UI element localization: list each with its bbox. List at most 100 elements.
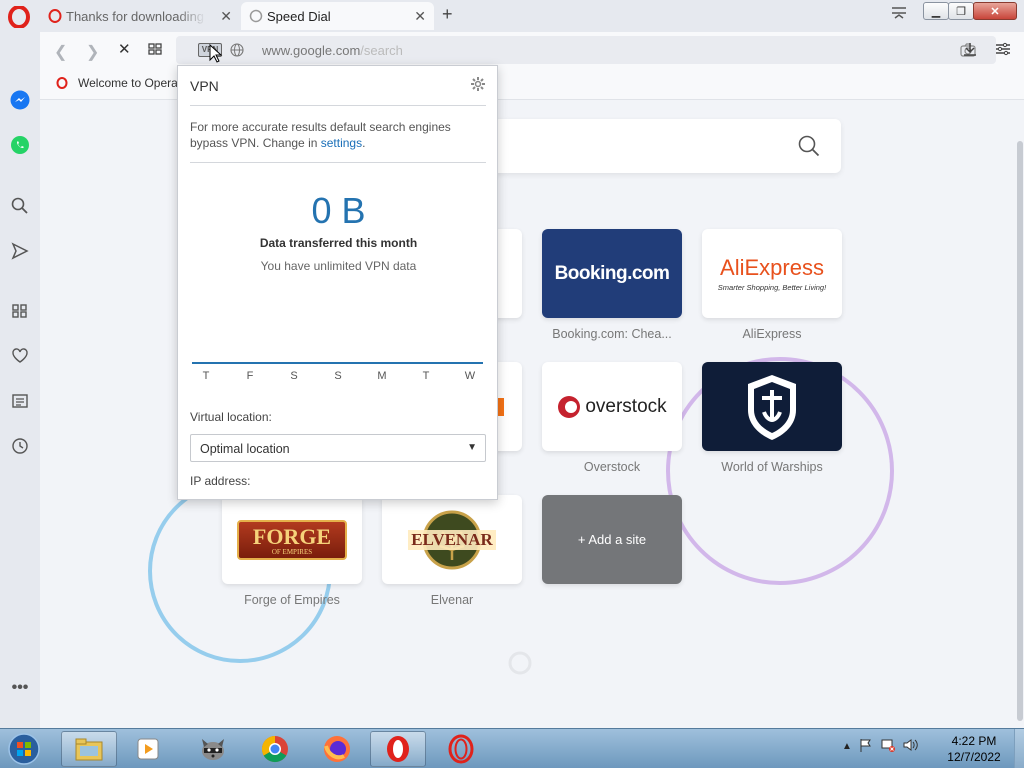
taskbar-clock[interactable]: 4:22 PM 12/7/2022	[942, 733, 1006, 765]
add-a-site-button[interactable]: + Add a site	[542, 495, 682, 584]
opera-outline-icon	[448, 734, 474, 764]
url-host: www.google.com	[262, 43, 361, 58]
speed-dial-tile-aliexpress[interactable]: AliExpress Smarter Shopping, Better Livi…	[702, 229, 842, 318]
action-center-flag-icon[interactable]	[858, 737, 874, 756]
mouse-cursor-icon	[209, 43, 223, 67]
download-icon[interactable]	[962, 41, 978, 60]
bookmark-label: Welcome to Opera	[78, 76, 178, 90]
speed-dial-tile-forge-of-empires[interactable]: FORGE OF EMPIRES	[222, 495, 362, 584]
clock-date: 12/7/2022	[947, 750, 1001, 764]
messenger-icon[interactable]	[10, 90, 30, 110]
close-window-button[interactable]: ✕	[973, 2, 1017, 20]
show-desktop-button[interactable]	[1014, 729, 1024, 768]
vpn-usage-graph-days: T F S S M T W	[194, 370, 482, 382]
opera-icon	[387, 736, 409, 762]
taskbar-raccoon-app[interactable]	[185, 731, 241, 767]
start-button[interactable]	[4, 731, 44, 767]
taskbar-firefox[interactable]	[309, 731, 365, 767]
forward-icon[interactable]: ❯	[86, 42, 99, 62]
heart-icon[interactable]	[10, 346, 30, 366]
show-hidden-icons-icon[interactable]: ▲	[842, 741, 852, 752]
warships-shield-icon	[748, 374, 796, 440]
speed-dial-tile-overstock[interactable]: overstock	[542, 362, 682, 451]
virtual-location-select[interactable]: Optimal location ▼	[190, 434, 486, 462]
speed-dial-tile-world-of-warships[interactable]	[702, 362, 842, 451]
firefox-icon	[324, 736, 350, 762]
loading-spinner-icon	[249, 9, 263, 23]
tab-thanks-for-downloading[interactable]: Thanks for downloading Opera ✕	[40, 2, 240, 30]
taskbar-chrome[interactable]	[247, 731, 303, 767]
vpn-data-label: Data transferred this month	[259, 236, 418, 250]
taskbar-opera-installer[interactable]	[370, 731, 426, 767]
dropdown-arrow-icon: ▼	[467, 442, 477, 453]
day-label: F	[246, 370, 254, 382]
volume-icon[interactable]	[902, 737, 918, 756]
search-icon[interactable]	[797, 134, 821, 161]
stop-loading-icon[interactable]: ✕	[118, 40, 131, 58]
forge-logo: FORGE	[252, 523, 332, 549]
ip-address-label: IP address:	[190, 474, 251, 488]
tab-title: Thanks for downloading Opera	[66, 8, 206, 24]
new-tab-plus-icon[interactable]: +	[442, 4, 453, 25]
vpn-unlimited-text: You have unlimited VPN data	[260, 259, 417, 273]
day-label: S	[290, 370, 298, 382]
scrollbar-thumb[interactable]	[1017, 141, 1023, 721]
search-icon[interactable]	[10, 196, 30, 216]
easy-setup-icon[interactable]	[995, 41, 1011, 60]
tile-label-elvenar: Elvenar	[430, 593, 474, 607]
divider	[190, 162, 486, 163]
tile-label-aliexpress: AliExpress	[742, 327, 802, 341]
taskbar-opera-browser[interactable]	[433, 731, 489, 767]
windows-taskbar: ▲ 4:22 PM 12/7/2022	[0, 728, 1024, 768]
vpn-note-end: .	[362, 136, 366, 150]
chrome-icon	[261, 735, 288, 763]
back-icon[interactable]: ❮	[54, 42, 67, 62]
globe-icon[interactable]	[230, 43, 244, 60]
history-clock-icon[interactable]	[10, 436, 30, 456]
overstock-logo-icon	[558, 395, 581, 418]
speed-dial-tile-booking[interactable]: Booking.com	[542, 229, 682, 318]
forge-logo-sub: OF EMPIRES	[271, 547, 313, 556]
news-icon[interactable]	[10, 391, 30, 411]
media-player-icon	[137, 738, 159, 760]
url-path: /search	[360, 43, 403, 58]
url-text[interactable]: www.google.com/search	[262, 43, 403, 58]
taskbar-media-player[interactable]	[120, 731, 176, 767]
address-bar[interactable]: VPN www.google.com/search	[176, 36, 996, 64]
vpn-title: VPN	[190, 78, 219, 94]
tab-title: Speed Dial	[267, 8, 331, 24]
vpn-usage-graph-baseline	[192, 362, 483, 364]
speed-dial-grid-icon[interactable]	[10, 301, 30, 321]
more-dots-icon[interactable]: •••	[10, 678, 30, 698]
opera-menu-icon[interactable]	[8, 5, 30, 29]
restore-window-button[interactable]: ❐	[948, 2, 974, 20]
day-label: T	[202, 370, 210, 382]
opera-favicon-icon	[48, 9, 62, 23]
network-icon[interactable]	[880, 737, 896, 756]
navigation-toolbar: ❮ ❯ ✕ VPN www.google.com/search	[40, 32, 1024, 68]
send-icon[interactable]	[10, 241, 30, 261]
day-label: S	[334, 370, 342, 382]
tile-label-overstock: Overstock	[583, 460, 641, 474]
gear-icon[interactable]	[470, 76, 486, 95]
tabs-grid-icon[interactable]	[148, 42, 162, 59]
whatsapp-icon[interactable]	[10, 135, 30, 155]
page-scrollbar[interactable]	[1016, 101, 1024, 728]
tab-bar: Thanks for downloading Opera ✕ Speed Dia…	[0, 0, 1024, 32]
speed-dial-tile-elvenar[interactable]: ELVENAR	[382, 495, 522, 584]
minimize-window-button[interactable]: ▁	[923, 2, 949, 20]
tab-speed-dial[interactable]: Speed Dial ✕	[241, 2, 434, 30]
forge-logo-plate: FORGE OF EMPIRES	[236, 519, 348, 560]
virtual-location-value: Optimal location	[200, 442, 290, 456]
close-tab-icon[interactable]: ✕	[414, 8, 426, 25]
day-label: W	[464, 370, 476, 382]
divider	[190, 105, 486, 106]
tab-menu-icon[interactable]	[891, 6, 907, 23]
close-tab-icon[interactable]: ✕	[220, 8, 232, 25]
aliexpress-logo: AliExpress	[720, 255, 824, 280]
vpn-settings-link[interactable]: settings	[321, 136, 362, 150]
bookmark-welcome-to-opera[interactable]: Welcome to Opera	[56, 76, 178, 90]
tile-label-forge-of-empires: Forge of Empires	[244, 593, 340, 607]
taskbar-file-explorer[interactable]	[61, 731, 117, 767]
tile-label-world-of-warships: World of Warships	[721, 460, 823, 474]
